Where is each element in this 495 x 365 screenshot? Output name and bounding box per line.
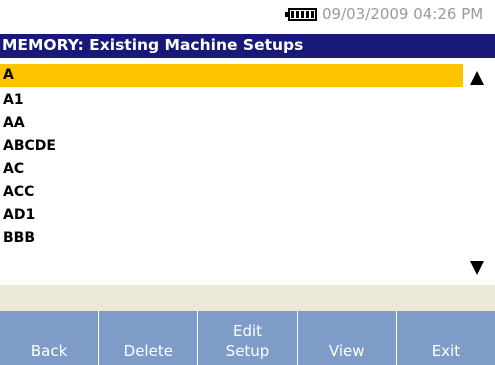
list-item[interactable]: BBB [0,227,463,250]
view-button[interactable]: View [297,311,397,365]
list-item[interactable]: AD1 [0,204,463,227]
list-item[interactable]: ACC [0,181,463,204]
list-item[interactable]: ABCDE [0,135,463,158]
back-button-label: Back [30,342,68,360]
list-item[interactable]: AC [0,158,463,181]
back-button[interactable]: Back [0,311,100,365]
softkey-bar: Back Delete Edit Setup View Exit [0,311,495,365]
instrument-screen: 09/03/2009 04:26 PM MEMORY: Existing Mac… [0,0,495,365]
page-title: MEMORY: Existing Machine Setups [2,36,304,54]
list-item[interactable]: A [0,64,463,87]
list-item[interactable]: A1 [0,89,463,112]
delete-button[interactable]: Delete [99,311,199,365]
datetime: 09/03/2009 04:26 PM [322,5,484,23]
view-button-label: View [328,342,365,360]
list-item[interactable]: AA [0,112,463,135]
edit-setup-button[interactable]: Edit Setup [198,311,298,365]
setup-list[interactable]: A A1 AA ABCDE AC ACC AD1 BBB [0,64,495,284]
scroll-up-icon[interactable] [470,71,484,85]
message-bar [0,285,495,311]
exit-button[interactable]: Exit [396,311,495,365]
delete-button-label: Delete [123,342,173,360]
battery-icon [285,8,317,21]
scroll-down-icon[interactable] [470,261,484,275]
status-bar: 09/03/2009 04:26 PM [0,0,495,26]
title-bar: MEMORY: Existing Machine Setups [0,34,495,58]
exit-button-label: Exit [431,342,461,360]
edit-setup-button-label: Edit Setup [225,322,270,360]
